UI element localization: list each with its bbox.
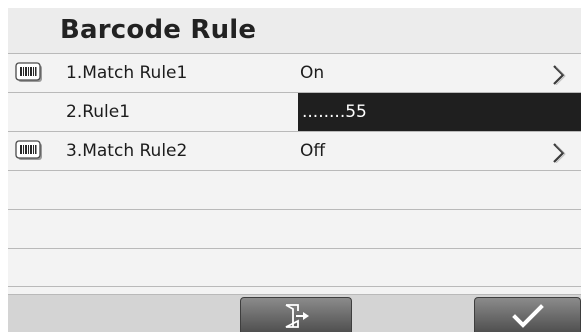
chevron-right-icon[interactable] (551, 141, 567, 164)
row-label: 2.Rule1 (66, 102, 131, 122)
list-item-match-rule1[interactable]: 1.Match Rule1 On (8, 53, 581, 92)
list-item-empty (8, 170, 581, 209)
softkey-bar (8, 294, 581, 332)
row-label: 1.Match Rule1 (66, 63, 188, 83)
list-item-empty (8, 209, 581, 248)
row-label: 3.Match Rule2 (66, 141, 188, 161)
page-title: Barcode Rule (60, 15, 257, 45)
row-value: Off (300, 141, 326, 161)
chevron-right-icon[interactable] (551, 63, 567, 86)
list-item-rule1[interactable]: 2.Rule1 ........55 (8, 92, 581, 131)
barcode-icon (15, 140, 45, 162)
checkmark-icon (511, 303, 544, 328)
barcode-rule-screen: Barcode Rule 1.Match Rule1 On 2.Rule1 ..… (8, 8, 581, 332)
confirm-button[interactable] (474, 297, 581, 332)
exit-button[interactable] (240, 297, 352, 332)
barcode-icon (15, 62, 45, 84)
settings-list: 1.Match Rule1 On 2.Rule1 ........55 3.Ma… (8, 53, 581, 287)
header: Barcode Rule (8, 8, 581, 53)
list-item-empty (8, 248, 581, 287)
list-item-match-rule2[interactable]: 3.Match Rule2 Off (8, 131, 581, 170)
row-value: On (300, 63, 325, 83)
exit-icon (285, 303, 309, 328)
rule1-value-field[interactable]: ........55 (298, 93, 581, 131)
